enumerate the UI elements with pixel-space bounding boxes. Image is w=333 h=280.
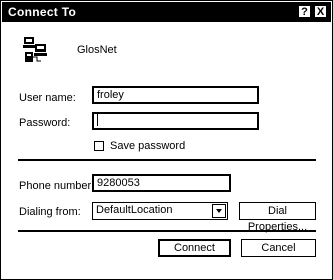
divider-top (18, 159, 316, 161)
save-password-checkbox[interactable] (94, 141, 104, 151)
username-label: User name: (19, 92, 76, 104)
phone-number-value: 9280053 (97, 177, 140, 189)
dialing-from-select[interactable]: DefaultLocation (92, 202, 228, 220)
username-field[interactable]: froley (92, 86, 259, 104)
dialup-connection-icon (21, 35, 51, 65)
username-value: froley (97, 89, 124, 101)
phone-number-field[interactable]: 9280053 (92, 174, 231, 192)
close-button[interactable]: X (314, 5, 327, 18)
password-label: Password: (19, 117, 71, 129)
save-password-label[interactable]: Save password (110, 140, 185, 152)
cancel-button[interactable]: Cancel (241, 239, 316, 257)
divider-bottom (18, 230, 316, 232)
title-bar[interactable]: Connect To ? X (2, 2, 331, 22)
password-field[interactable] (92, 112, 259, 130)
help-button[interactable]: ? (298, 5, 311, 18)
phone-number-label: Phone number: (19, 180, 95, 192)
connection-name: GlosNet (77, 44, 117, 56)
window-title: Connect To (8, 5, 77, 19)
dropdown-arrow-icon[interactable] (212, 204, 226, 218)
dialing-from-value: DefaultLocation (96, 204, 173, 216)
dialing-from-label: Dialing from: (19, 206, 81, 218)
connect-button[interactable]: Connect (158, 239, 231, 257)
connect-to-dialog: Connect To ? X GlosNet User name: froley… (0, 0, 333, 280)
dial-properties-button[interactable]: Dial Properties... (239, 202, 316, 233)
text-caret (97, 114, 98, 127)
